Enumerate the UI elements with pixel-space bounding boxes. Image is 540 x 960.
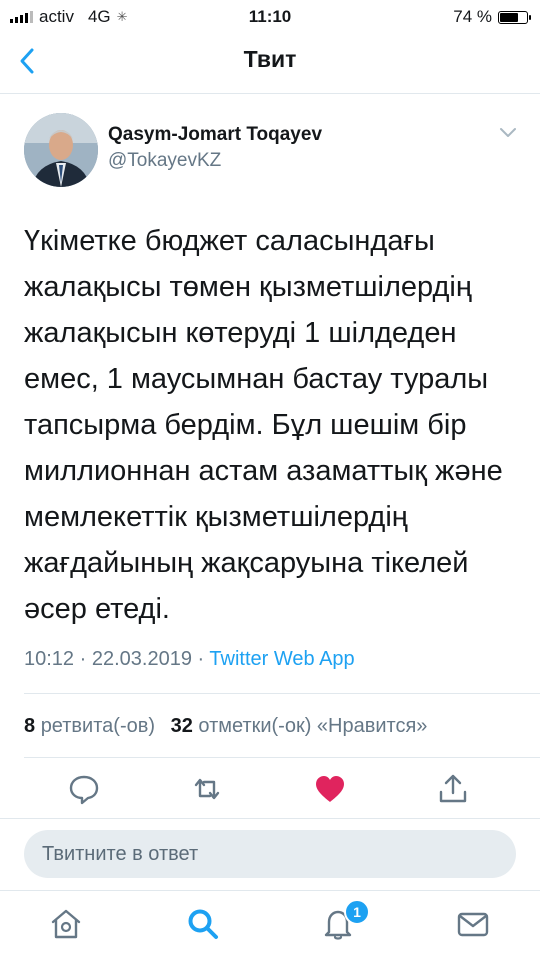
- retweet-label: ретвита(-ов): [40, 715, 156, 737]
- retweet-count: 8: [24, 715, 36, 737]
- retweet-button[interactable]: [190, 772, 224, 806]
- battery-percent: 74 %: [453, 7, 492, 26]
- nav-divider: [0, 93, 540, 94]
- status-bar: activ 4G ✳ 11:10 74 %: [0, 0, 540, 34]
- status-right: 74 %: [453, 7, 531, 27]
- battery-icon: [498, 10, 531, 24]
- stats-divider: [24, 757, 540, 758]
- tweet-time: 10:12: [24, 648, 75, 670]
- author-handle[interactable]: @TokayevKZ: [108, 150, 221, 172]
- likes-stat[interactable]: 32 отметки(-ок) «Нравится»: [171, 715, 428, 737]
- like-count: 32: [170, 715, 193, 737]
- tweet-line: емес, 1 маусымнан бастау туралы: [24, 363, 489, 395]
- avatar-image: [24, 113, 98, 187]
- tweet-meta: 10:12 · 22.03.2019 · Twitter Web App: [24, 648, 355, 671]
- mail-icon: [457, 912, 489, 937]
- tab-search[interactable]: [185, 906, 221, 942]
- avatar[interactable]: [24, 113, 98, 187]
- retweets-stat[interactable]: 8 ретвита(-ов): [24, 715, 155, 737]
- like-button[interactable]: [313, 772, 347, 806]
- page-title: Твит: [243, 46, 297, 72]
- battery-fill: [500, 12, 518, 22]
- like-label: отметки(-ок) «Нравится»: [198, 715, 428, 737]
- tweet-line: жағдайының жақсаруына тікелей: [24, 547, 469, 579]
- tabbar-divider: [0, 890, 540, 891]
- share-icon: [439, 774, 467, 803]
- notifications-badge: 1: [344, 899, 370, 925]
- retweet-icon: [194, 778, 220, 800]
- reply-button[interactable]: [67, 772, 101, 806]
- tweet-line: мемлекеттік қызметшілердің: [24, 501, 408, 533]
- tweet-line: әсер етеді.: [24, 593, 170, 625]
- tweet-text: Үкіметке бюджет саласындағы жалақысы төм…: [24, 218, 524, 632]
- home-icon: [51, 909, 81, 939]
- tab-messages[interactable]: [455, 906, 491, 942]
- chevron-down-icon: [500, 128, 516, 137]
- meta-separator: ·: [197, 648, 205, 670]
- tweet-stats: 8 ретвита(-ов) 32 отметки(-ок) «Нравится…: [24, 715, 427, 738]
- tweet-line: миллионнан астам азаматтық және: [24, 455, 503, 487]
- tweet-date: 22.03.2019: [91, 648, 192, 670]
- reply-input[interactable]: Твитните в ответ: [24, 830, 516, 878]
- tweet-line: Үкіметке бюджет саласындағы: [24, 225, 435, 257]
- source-app-link[interactable]: Twitter Web App: [209, 648, 354, 670]
- tab-home[interactable]: [48, 906, 84, 942]
- tweet-menu-button[interactable]: [498, 125, 518, 139]
- reply-icon: [69, 775, 99, 805]
- tweet-line: жалақысы төмен қызметшілердің: [24, 271, 472, 303]
- actions-divider: [0, 818, 540, 819]
- meta-separator: ·: [79, 648, 87, 670]
- search-icon: [188, 909, 218, 939]
- tweet-line: жалақысын көтеруді 1 шілдеден: [24, 317, 457, 349]
- tweet-line: тапсырма бердім. Бұл шешім бір: [24, 409, 467, 441]
- heart-icon: [316, 776, 344, 802]
- author-name[interactable]: Qasym-Jomart Toqayev: [108, 124, 322, 146]
- share-button[interactable]: [436, 772, 470, 806]
- meta-divider: [24, 693, 540, 694]
